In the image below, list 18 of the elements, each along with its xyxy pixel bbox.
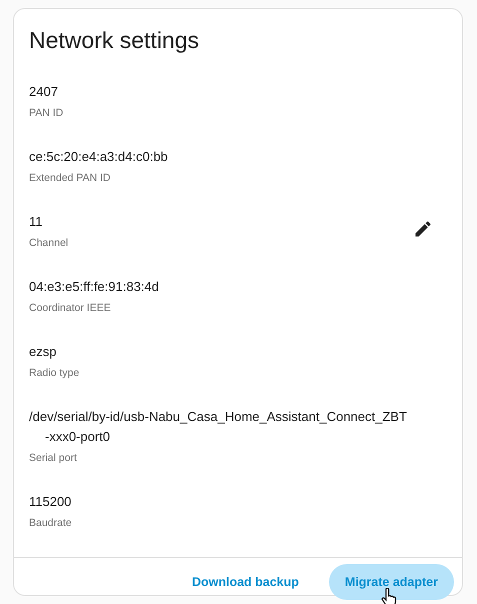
field-value: ezsp: [29, 343, 58, 361]
field-value: 11: [29, 213, 44, 231]
field-value: /dev/serial/by-id/usb-Nabu_Casa_Home_Assistant_Connect_ZBT-xxx0-port0: [29, 408, 407, 446]
field-value: 115200: [29, 493, 72, 511]
field-label: Extended PAN ID: [29, 171, 112, 186]
field-label: PAN ID: [29, 106, 64, 121]
action-button[interactable]: Download backup: [176, 564, 315, 600]
field-value: 2407: [29, 83, 59, 101]
card-title: Network settings: [29, 26, 200, 55]
hand-cursor-icon: [380, 588, 397, 604]
field-label: Radio type: [29, 366, 80, 381]
field-value: ce:5c:20:e4:a3:d4:c0:bb: [29, 148, 169, 166]
pencil-icon: [413, 219, 433, 239]
field-label: Channel: [29, 236, 70, 251]
field-value: 04:e3:e5:ff:fe:91:83:4d: [29, 278, 160, 296]
field-label: Coordinator IEEE: [29, 301, 112, 316]
field-label: Baudrate: [29, 516, 73, 531]
field-label: Serial port: [29, 451, 78, 466]
